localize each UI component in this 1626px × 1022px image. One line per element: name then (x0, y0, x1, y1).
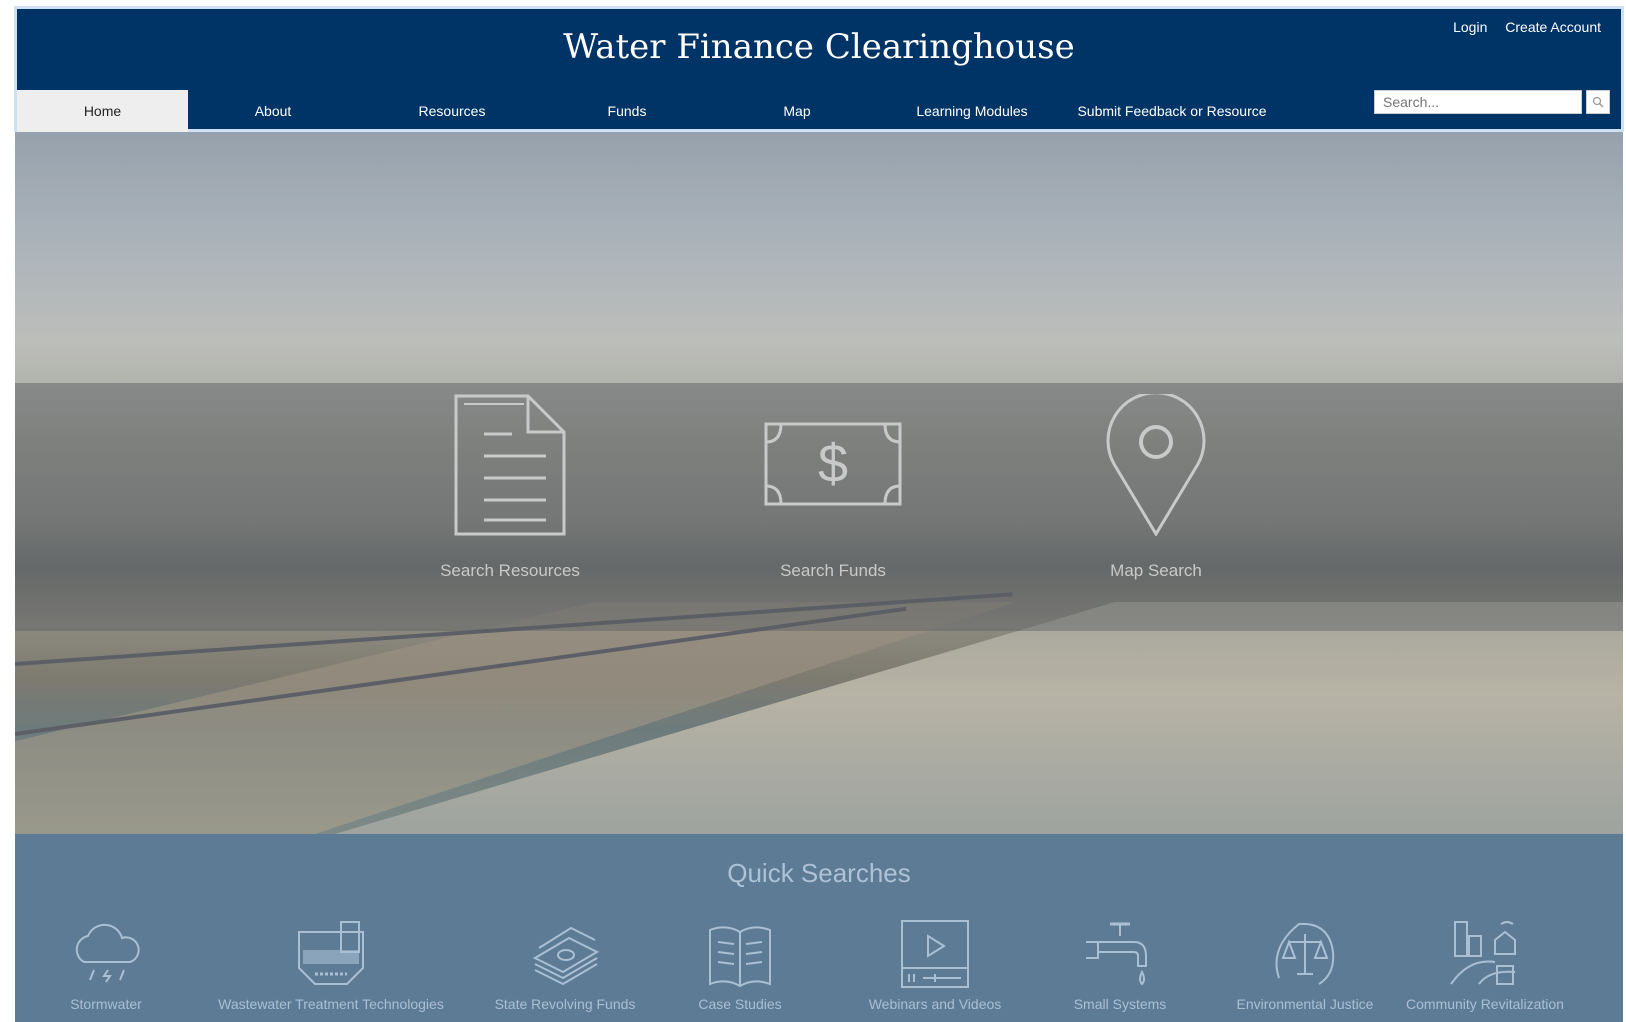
quick-search-stormwater[interactable]: Stormwater (51, 918, 161, 1012)
search-input[interactable] (1374, 90, 1582, 114)
nav-about[interactable]: About (213, 90, 333, 132)
search-resources-action[interactable]: Search Resources (395, 394, 625, 581)
quick-search-environmental-justice[interactable]: Environmental Justice (1215, 918, 1395, 1012)
community-revitalization-label: Community Revitalization (1406, 996, 1564, 1012)
map-search-label: Map Search (1110, 561, 1202, 580)
nav-submit-feedback[interactable]: Submit Feedback or Resource (1062, 90, 1282, 132)
wastewater-label: Wastewater Treatment Technologies (218, 996, 444, 1012)
stormwater-label: Stormwater (70, 996, 142, 1012)
quick-search-wastewater[interactable]: Wastewater Treatment Technologies (211, 918, 451, 1012)
quick-search-small-systems[interactable]: Small Systems (1045, 918, 1195, 1012)
account-links: Login Create Account (1439, 19, 1601, 35)
search-funds-action[interactable]: $ Search Funds (718, 394, 948, 581)
nav-learning-modules[interactable]: Learning Modules (897, 90, 1047, 132)
case-studies-label: Case Studies (698, 996, 782, 1012)
document-icon (454, 394, 566, 536)
sky-overlay (15, 132, 1623, 383)
environmental-justice-label: Environmental Justice (1236, 996, 1374, 1012)
quick-search-state-revolving-funds[interactable]: State Revolving Funds (475, 918, 655, 1012)
site-title: Water Finance Clearinghouse (563, 27, 1075, 67)
quick-searches-title: Quick Searches (727, 858, 911, 888)
quick-search-case-studies[interactable]: Case Studies (665, 918, 815, 1012)
search-button[interactable] (1586, 90, 1610, 114)
search-funds-label: Search Funds (780, 561, 886, 580)
search-box (1374, 90, 1610, 114)
login-link[interactable]: Login (1453, 19, 1487, 35)
map-pin-icon (1106, 391, 1206, 537)
webinars-label: Webinars and Videos (868, 996, 1002, 1012)
treatment-tank-icon (298, 921, 364, 985)
quick-search-community-revitalization[interactable]: Community Revitalization (1395, 918, 1575, 1012)
state-revolving-funds-label: State Revolving Funds (494, 996, 636, 1012)
small-systems-label: Small Systems (1073, 996, 1167, 1012)
money-stack-icon (532, 926, 600, 986)
nav-home[interactable]: Home (17, 90, 188, 132)
quick-search-webinars[interactable]: Webinars and Videos (850, 918, 1020, 1012)
open-book-icon (709, 926, 771, 988)
faucet-icon (1086, 922, 1147, 986)
dollar-bill-icon: $ (764, 422, 902, 506)
hero-banner: Search Resources $ Search Funds Map Sear… (15, 132, 1623, 834)
nav-map[interactable]: Map (752, 90, 842, 132)
rain-cloud-icon (75, 923, 140, 983)
scales-icon (1275, 922, 1335, 985)
search-icon (1592, 96, 1604, 108)
nav-resources[interactable]: Resources (387, 90, 517, 132)
search-resources-label: Search Resources (440, 561, 580, 580)
svg-text:$: $ (818, 434, 848, 494)
quick-searches-section: Quick Searches Stormwater Wastewater Tre… (15, 834, 1623, 1022)
nav-funds[interactable]: Funds (577, 90, 677, 132)
city-icon (1450, 921, 1516, 985)
video-player-icon (901, 920, 969, 988)
create-account-link[interactable]: Create Account (1505, 19, 1601, 35)
map-search-action[interactable]: Map Search (1041, 391, 1271, 581)
